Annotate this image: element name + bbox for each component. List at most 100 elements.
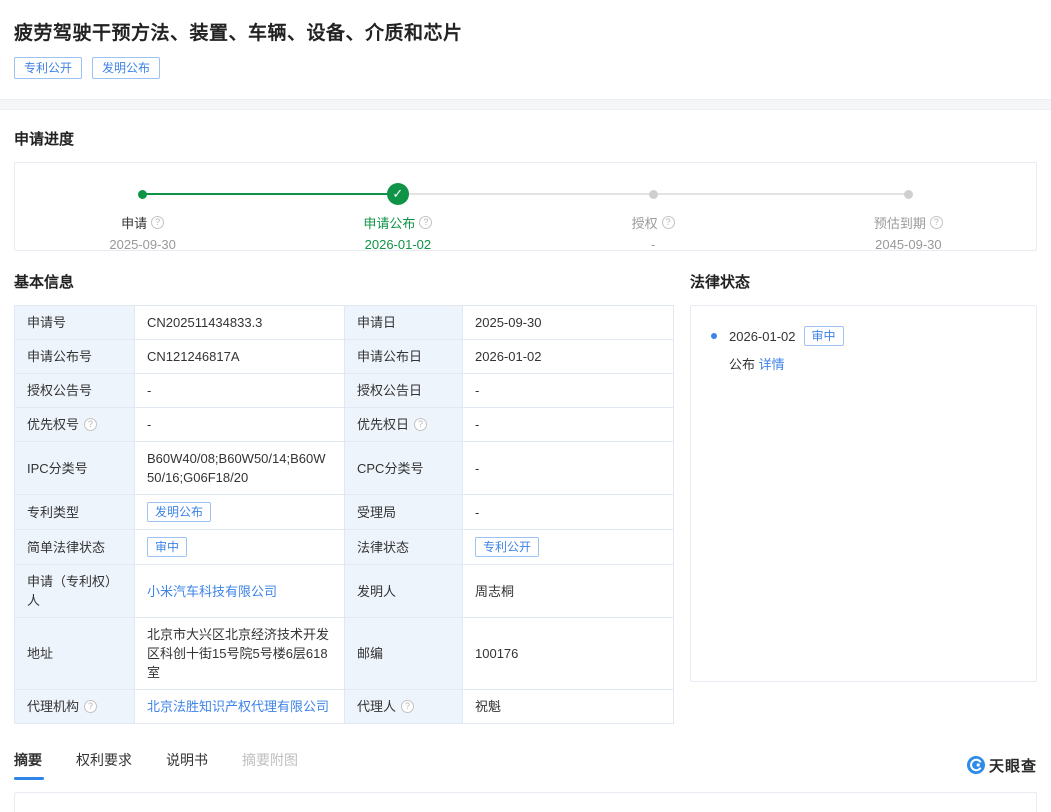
info-row-2-right-label: 授权公告日	[345, 374, 463, 408]
info-row-2-right-value: -	[463, 374, 674, 408]
help-icon[interactable]: ?	[84, 700, 97, 713]
table-row: 简单法律状态审中法律状态专利公开	[15, 530, 674, 565]
progress-step-label: 授权?	[632, 213, 675, 232]
info-row-6-right-label: 法律状态	[345, 530, 463, 565]
progress-card: 申请?2025-09-30✓申请公布?2026-01-02授权?-预估到期?20…	[14, 162, 1037, 251]
info-row-2-left-label: 授权公告号	[15, 374, 135, 408]
info-row-9-left-label: 代理机构?	[15, 690, 135, 724]
patent-detail-page: 疲劳驾驶干预方法、装置、车辆、设备、介质和芯片 专利公开 发明公布 申请进度 申…	[0, 0, 1051, 812]
info-row-3-right-label: 优先权日?	[345, 408, 463, 442]
legal-status-badge: 审中	[804, 326, 844, 346]
progress-heading: 申请进度	[14, 128, 1037, 149]
table-row: 代理机构? 北京法胜知识产权代理有限公司 代理人?祝魁	[15, 690, 674, 724]
progress-step-label: 申请公布?	[363, 213, 432, 232]
info-row-0-left-label: 申请号	[15, 306, 135, 340]
table-row: 地址北京市大兴区北京经济技术开发区科创十街15号院5号楼6层618室邮编1001…	[15, 618, 674, 690]
info-row-5-left-badge: 发明公布	[147, 502, 211, 522]
help-icon[interactable]: ?	[414, 418, 427, 431]
info-row-5-left-value: 发明公布	[135, 495, 345, 530]
info-row-9-left-link[interactable]: 北京法胜知识产权代理有限公司	[147, 699, 329, 714]
legal-status-section: 法律状态 2026-01-02 审中 公布 详情	[690, 271, 1037, 682]
info-row-4-left-value: B60W40/08;B60W50/14;B60W50/16;G06F18/20	[135, 442, 345, 495]
info-row-8-right-label: 邮编	[345, 618, 463, 690]
info-row-4-right-label: CPC分类号	[345, 442, 463, 495]
table-row: IPC分类号B60W40/08;B60W50/14;B60W50/16;G06F…	[15, 442, 674, 495]
patent-type-badge: 发明公布	[92, 57, 160, 79]
legal-status-action: 公布	[729, 357, 755, 372]
progress-dot-icon	[904, 190, 913, 199]
help-icon[interactable]: ?	[419, 216, 432, 229]
application-progress-section: 申请进度 申请?2025-09-30✓申请公布?2026-01-02授权?-预估…	[0, 110, 1051, 251]
info-row-5-right-value: -	[463, 495, 674, 530]
info-row-6-right-value: 专利公开	[463, 530, 674, 565]
help-icon[interactable]: ?	[930, 216, 943, 229]
tianyancha-logo-icon	[967, 756, 985, 774]
info-row-8-left-value: 北京市大兴区北京经济技术开发区科创十街15号院5号楼6层618室	[135, 618, 345, 690]
progress-step-4: 预估到期?2045-09-30	[781, 182, 1036, 252]
info-row-5-left-label: 专利类型	[15, 495, 135, 530]
abstract-content: 本公开提出了一种疲劳驾驶干预方法、装置、车辆、设备、介质和芯片，适用于智能座舱，…	[14, 792, 1037, 812]
info-row-9-right-label: 代理人?	[345, 690, 463, 724]
tianyancha-logo: 天眼查	[967, 755, 1037, 776]
help-icon[interactable]: ?	[151, 216, 164, 229]
help-icon[interactable]: ?	[84, 418, 97, 431]
info-row-3-left-label: 优先权号?	[15, 408, 135, 442]
tab-说明书[interactable]: 说明书	[166, 750, 208, 780]
table-row: 申请公布号CN121246817A申请公布日2026-01-02	[15, 340, 674, 374]
legal-status-box: 2026-01-02 审中 公布 详情	[690, 305, 1037, 682]
progress-step-label: 申请?	[121, 213, 164, 232]
info-row-1-left-value: CN121246817A	[135, 340, 345, 374]
document-tabs: 摘要 权利要求 说明书 摘要附图	[14, 750, 298, 780]
info-row-7-right-label: 发明人	[345, 565, 463, 618]
legal-status-item: 2026-01-02 审中 公布 详情	[709, 326, 1018, 373]
page-header: 疲劳驾驶干预方法、装置、车辆、设备、介质和芯片 专利公开 发明公布	[0, 0, 1051, 79]
progress-step-3: 授权? -	[526, 182, 781, 252]
info-row-3-left-value: -	[135, 408, 345, 442]
tab-摘要附图[interactable]: 摘要附图	[242, 750, 298, 780]
progress-step-date: 2045-09-30	[875, 237, 942, 252]
info-row-8-left-label: 地址	[15, 618, 135, 690]
info-row-9-left-value: 北京法胜知识产权代理有限公司	[135, 690, 345, 724]
info-row-6-left-badge: 审中	[147, 537, 187, 557]
table-row: 申请（专利权）人小米汽车科技有限公司发明人周志桐	[15, 565, 674, 618]
info-row-3-right-value: -	[463, 408, 674, 442]
table-row: 申请号CN202511434833.3申请日2025-09-30	[15, 306, 674, 340]
patent-title: 疲劳驾驶干预方法、装置、车辆、设备、介质和芯片	[14, 18, 1037, 45]
table-row: 授权公告号-授权公告日-	[15, 374, 674, 408]
legal-status-date: 2026-01-02	[729, 329, 796, 344]
info-row-7-left-link[interactable]: 小米汽车科技有限公司	[147, 584, 277, 599]
help-icon[interactable]: ?	[662, 216, 675, 229]
progress-step-date: 2025-09-30	[109, 237, 176, 252]
tab-权利要求[interactable]: 权利要求	[76, 750, 132, 780]
help-icon[interactable]: ?	[401, 700, 414, 713]
section-separator	[0, 99, 1051, 110]
info-row-6-right-badge: 专利公开	[475, 537, 539, 557]
legal-status-heading: 法律状态	[690, 271, 1037, 292]
document-tabs-row: 摘要 权利要求 说明书 摘要附图 天眼查	[0, 724, 1051, 780]
info-row-1-right-value: 2026-01-02	[463, 340, 674, 374]
info-area: 基本信息 申请号CN202511434833.3申请日2025-09-30申请公…	[0, 251, 1051, 724]
basic-info-section: 基本信息 申请号CN202511434833.3申请日2025-09-30申请公…	[14, 271, 673, 724]
info-row-0-left-value: CN202511434833.3	[135, 306, 345, 340]
legal-status-detail-link[interactable]: 详情	[759, 357, 785, 372]
basic-info-heading: 基本信息	[14, 271, 673, 292]
progress-line-done	[143, 193, 398, 195]
info-row-1-left-label: 申请公布号	[15, 340, 135, 374]
bullet-icon	[711, 333, 717, 339]
progress-step-date: -	[651, 237, 655, 252]
info-row-7-right-value: 周志桐	[463, 565, 674, 618]
patent-status-badge: 专利公开	[14, 57, 82, 79]
progress-dot-icon	[138, 190, 147, 199]
basic-info-table: 申请号CN202511434833.3申请日2025-09-30申请公布号CN1…	[14, 305, 674, 724]
info-row-9-right-value: 祝魁	[463, 690, 674, 724]
check-circle-icon: ✓	[387, 183, 409, 205]
progress-dot-icon	[649, 190, 658, 199]
tianyancha-logo-text: 天眼查	[989, 755, 1037, 776]
info-row-1-right-label: 申请公布日	[345, 340, 463, 374]
tab-摘要[interactable]: 摘要	[14, 750, 42, 780]
info-row-4-right-value: -	[463, 442, 674, 495]
info-row-0-right-value: 2025-09-30	[463, 306, 674, 340]
info-row-7-left-value: 小米汽车科技有限公司	[135, 565, 345, 618]
info-row-5-right-label: 受理局	[345, 495, 463, 530]
info-row-4-left-label: IPC分类号	[15, 442, 135, 495]
